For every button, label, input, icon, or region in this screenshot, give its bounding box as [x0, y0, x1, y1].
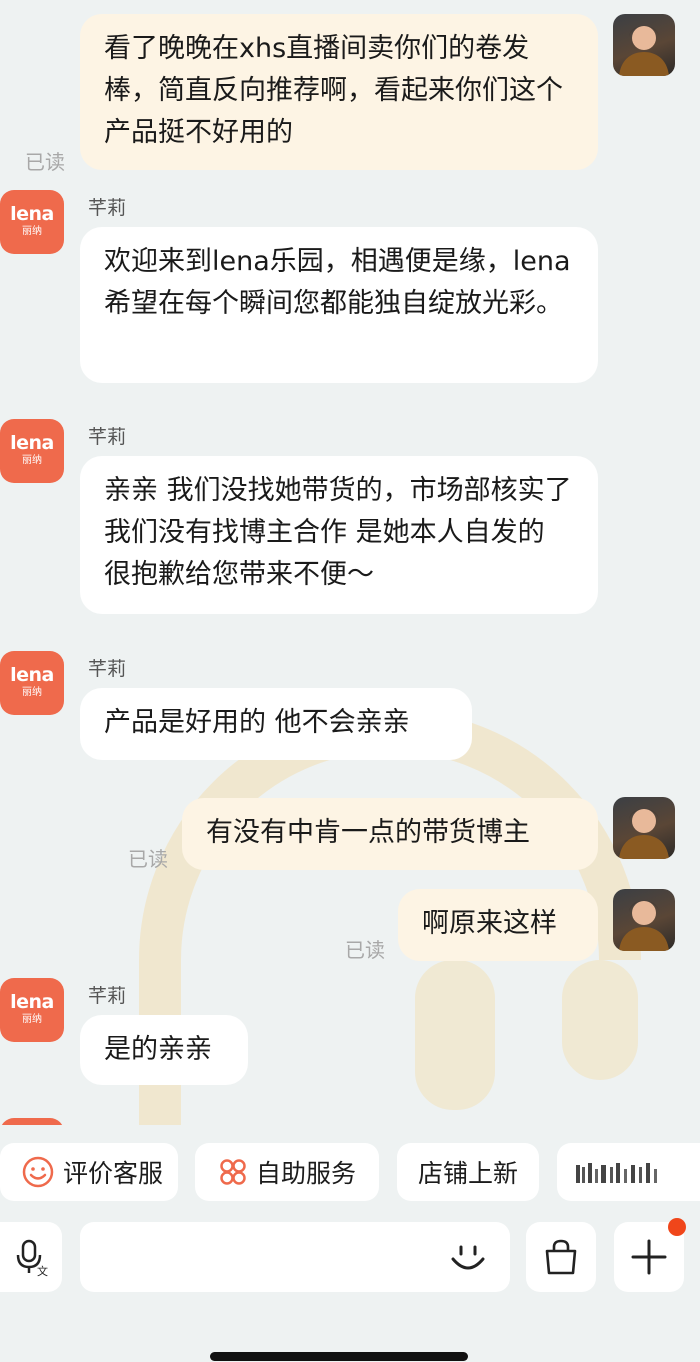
rate-service-button[interactable]: 评价客服 [0, 1143, 178, 1201]
plus-icon [631, 1239, 667, 1275]
shopping-bag-button[interactable] [526, 1222, 596, 1292]
home-indicator [210, 1352, 468, 1361]
read-status: 已读 [345, 938, 385, 962]
svg-text:文: 文 [37, 1264, 48, 1277]
store-new-arrivals-label: 店铺上新 [417, 1159, 518, 1188]
message-bubble-incoming[interactable]: 产品是好用的 他不会亲亲 [80, 688, 472, 760]
voice-button[interactable]: 文 [0, 1222, 62, 1292]
input-bar: 文 [0, 1218, 700, 1294]
rate-service-label: 评价客服 [62, 1159, 163, 1188]
message-bubble-incoming[interactable]: 是的亲亲 [80, 1015, 248, 1085]
sender-name: 芊莉 [88, 197, 127, 219]
store-new-arrivals-button[interactable]: 店铺上新 [397, 1143, 539, 1201]
brand-avatar[interactable]: lena 丽纳 [0, 651, 64, 715]
brand-logo-text: lena [10, 664, 54, 686]
chat-area[interactable]: 看了晚晚在xhs直播间卖你们的卷发棒，简直反向推荐啊，看起来你们这个产品挺不好用… [0, 0, 700, 1125]
grid-icon [220, 1159, 246, 1185]
read-status: 已读 [128, 847, 168, 871]
message-bubble-outgoing[interactable]: 有没有中肯一点的带货博主 [182, 798, 598, 870]
plus-button[interactable] [614, 1218, 686, 1292]
brand-avatar-partial [0, 1118, 64, 1125]
sender-name: 芊莉 [88, 985, 127, 1007]
brand-logo-cn: 丽纳 [22, 687, 42, 698]
message-bubble-outgoing[interactable]: 看了晚晚在xhs直播间卖你们的卷发棒，简直反向推荐啊，看起来你们这个产品挺不好用… [80, 14, 598, 170]
brand-logo-text: lena [10, 203, 54, 225]
message-bubble-outgoing[interactable]: 啊原来这样 [398, 889, 598, 961]
more-icon [575, 1163, 657, 1183]
sender-name: 芊莉 [88, 426, 127, 448]
read-status: 已读 [25, 150, 65, 174]
brand-logo-cn: 丽纳 [22, 455, 42, 466]
microphone-icon: 文 [16, 1239, 48, 1277]
self-service-button[interactable]: 自助服务 [195, 1143, 379, 1201]
brand-logo-cn: 丽纳 [22, 1014, 42, 1025]
emoji-icon [451, 1245, 485, 1270]
shopping-bag-icon [545, 1239, 577, 1275]
message-bubble-incoming[interactable]: 亲亲 我们没找她带货的，市场部核实了 我们没有找博主合作 是她本人自发的 很抱歉… [80, 456, 598, 614]
brand-avatar[interactable]: lena 丽纳 [0, 190, 64, 254]
brand-logo-text: lena [10, 432, 54, 454]
brand-avatar[interactable]: lena 丽纳 [0, 419, 64, 483]
brand-logo-text: lena [10, 991, 54, 1013]
message-bubble-incoming[interactable]: 欢迎来到lena乐园，相遇便是缘，lena希望在每个瞬间您都能独自绽放光彩。 [80, 227, 598, 383]
notification-dot [668, 1218, 686, 1236]
more-actions-button[interactable] [557, 1143, 700, 1201]
quick-action-bar: 评价客服 自助服务 店铺上新 [0, 1143, 700, 1203]
emoji-button[interactable] [430, 1222, 506, 1292]
user-avatar[interactable] [613, 889, 675, 951]
sender-name: 芊莉 [88, 658, 127, 680]
self-service-label: 自助服务 [255, 1159, 356, 1188]
brand-logo-cn: 丽纳 [22, 226, 42, 237]
brand-avatar[interactable]: lena 丽纳 [0, 978, 64, 1042]
user-avatar[interactable] [613, 14, 675, 76]
user-avatar[interactable] [613, 797, 675, 859]
smiley-icon [22, 1156, 54, 1188]
